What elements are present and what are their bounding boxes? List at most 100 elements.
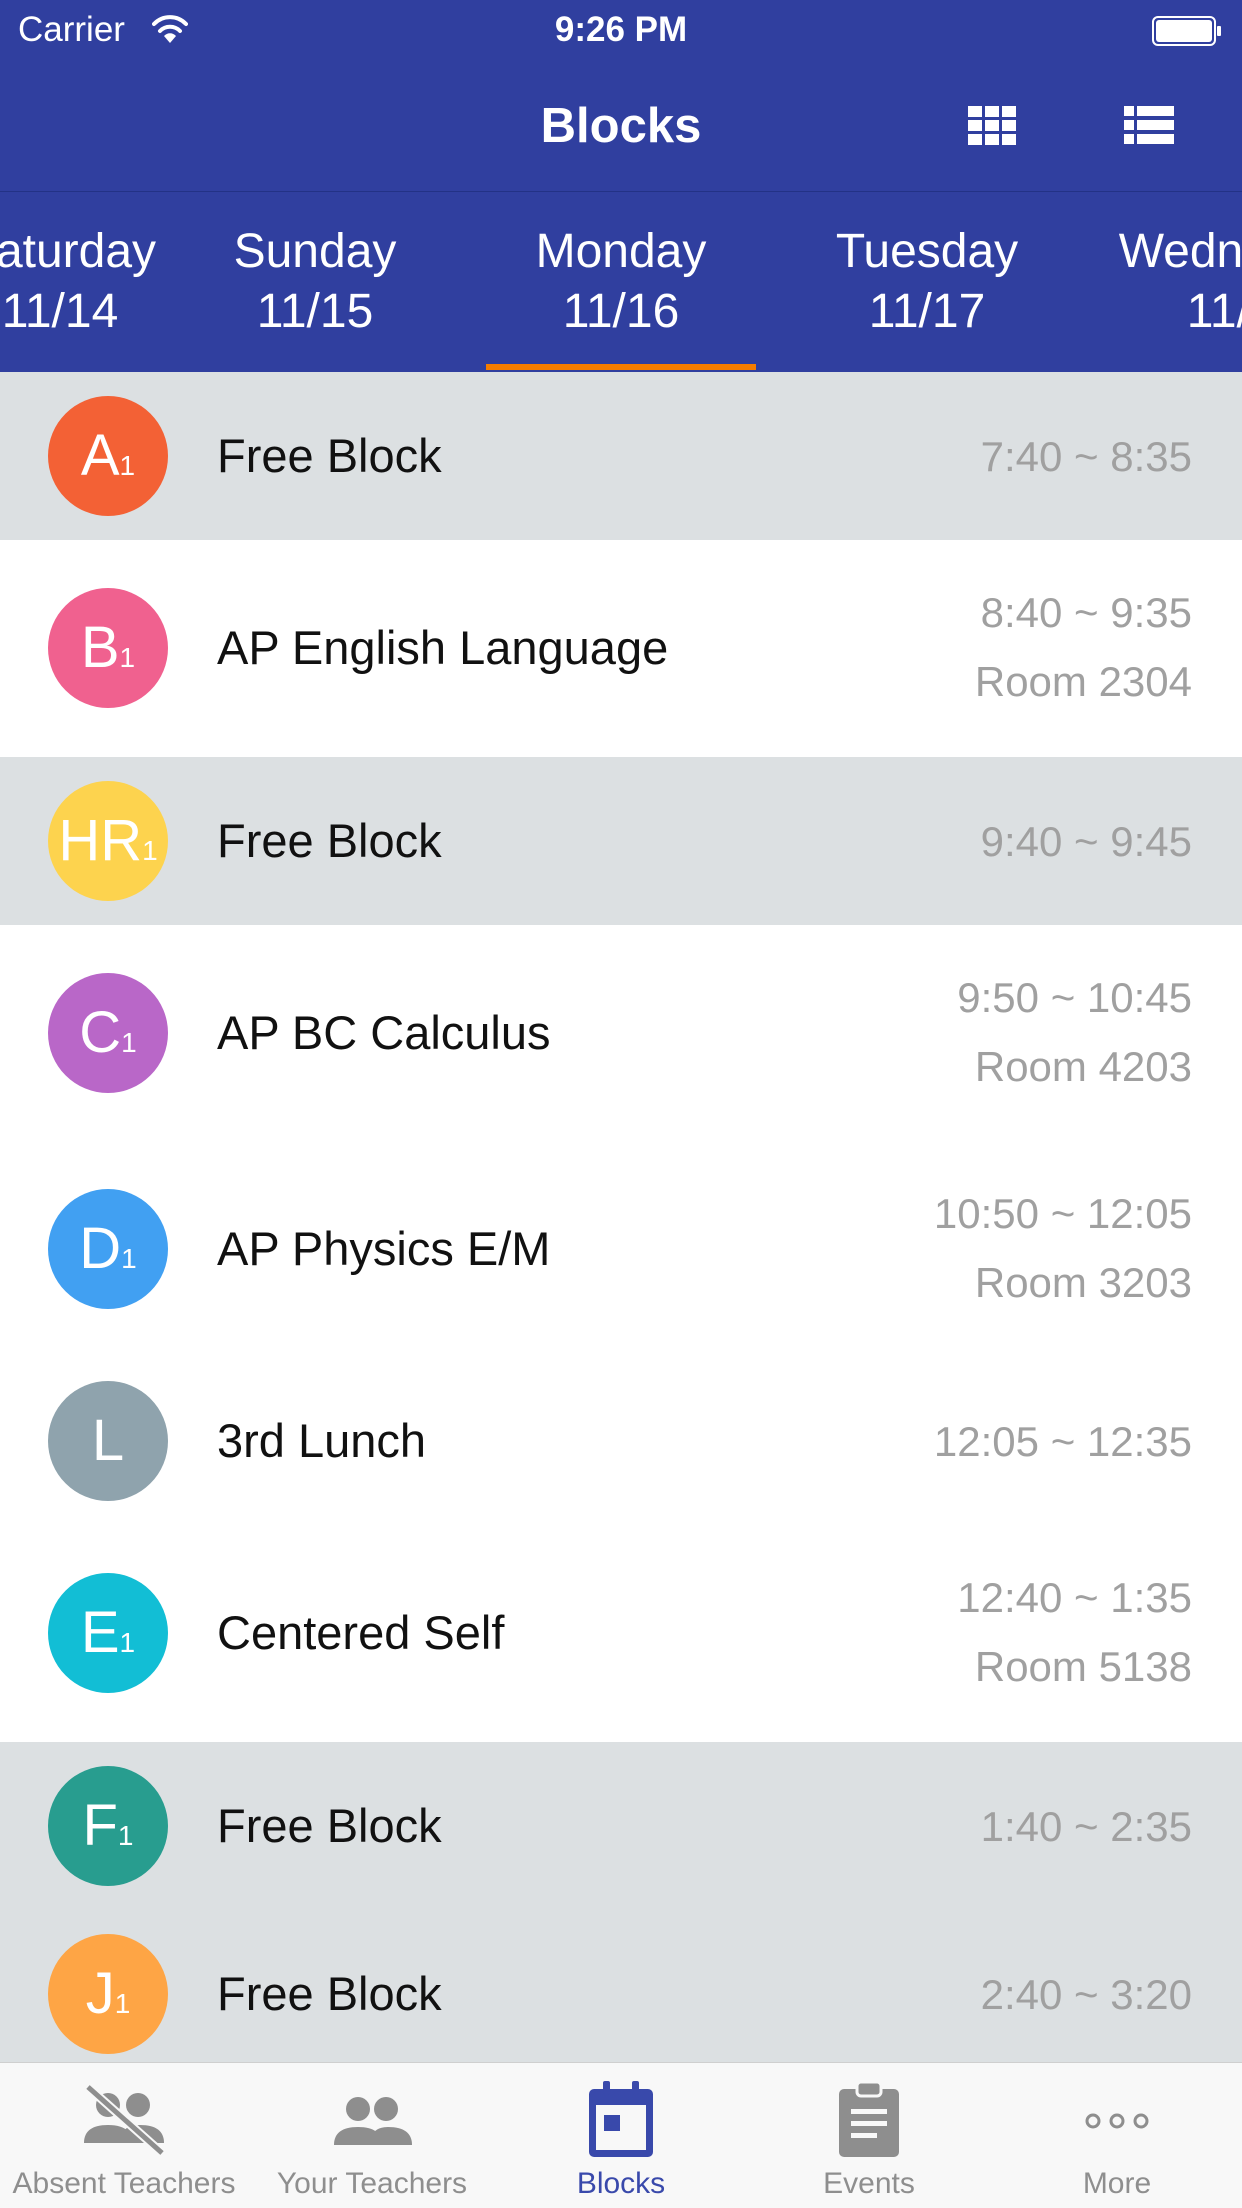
block-name: Free Block	[217, 1967, 442, 2020]
block-schedule: 9:50 ~ 10:45 Room 4203	[957, 963, 1192, 1101]
day-tab-sunday[interactable]: Sunday 11/15	[165, 222, 465, 342]
status-bar: Carrier 9:26 PM	[0, 0, 1242, 62]
block-schedule: 12:05 ~ 12:35	[934, 1407, 1192, 1476]
block-name: Centered Self	[217, 1606, 505, 1659]
block-letter: HR	[58, 808, 143, 873]
block-letter: F	[82, 1793, 118, 1858]
block-subscript: 1	[114, 1988, 131, 2019]
block-subscript: 1	[121, 1243, 137, 1274]
block-badge: A1	[48, 396, 168, 516]
day-tab-tuesday[interactable]: Tuesday 11/17	[777, 222, 1077, 342]
block-letter: L	[91, 1408, 125, 1473]
block-badge: F1	[48, 1766, 168, 1886]
block-name: Free Block	[217, 814, 442, 867]
tab-label: Events	[823, 2167, 915, 2200]
block-badge: E1	[48, 1573, 168, 1693]
block-subscript: 1	[142, 835, 158, 866]
block-time: 8:40 ~ 9:35	[980, 589, 1192, 636]
list-item[interactable]: F1 Free Block 1:40 ~ 2:35	[0, 1742, 1242, 1910]
list-item[interactable]: D1 AP Physics E/M 10:50 ~ 12:05 Room 320…	[0, 1141, 1242, 1357]
status-time: 9:26 PM	[554, 10, 688, 49]
people-icon	[334, 2097, 412, 2145]
tab-events[interactable]: Events	[745, 2063, 993, 2208]
block-letter: B	[80, 615, 120, 680]
block-time: 1:40 ~ 2:35	[980, 1803, 1192, 1850]
block-name: AP BC Calculus	[217, 1006, 551, 1059]
block-badge: L	[48, 1381, 168, 1501]
block-room: Room 5138	[974, 1643, 1192, 1690]
list-icon[interactable]	[1124, 106, 1174, 146]
block-time: 9:50 ~ 10:45	[957, 974, 1192, 1021]
block-subscript: 1	[119, 450, 136, 481]
grid-icon[interactable]	[968, 106, 1016, 146]
list-item[interactable]: B1 AP English Language 8:40 ~ 9:35 Room …	[0, 540, 1242, 757]
block-schedule: 2:40 ~ 3:20	[981, 1960, 1192, 2029]
tab-label: Absent Teachers	[12, 2167, 236, 2200]
block-letter: D	[79, 1216, 122, 1281]
tab-absent-teachers[interactable]: Absent Teachers	[0, 2063, 248, 2208]
block-letter: J	[85, 1961, 115, 2026]
block-name: 3rd Lunch	[217, 1414, 427, 1467]
day-date: 11/15	[256, 285, 374, 338]
clipboard-icon	[839, 2080, 899, 2157]
page-title: Blocks	[540, 99, 702, 153]
block-name: AP Physics E/M	[217, 1222, 551, 1275]
block-badge: B1	[48, 588, 168, 708]
tab-label: More	[1082, 2167, 1152, 2200]
block-name: Free Block	[217, 429, 442, 482]
selected-day-indicator	[486, 364, 756, 370]
block-badge: HR1	[48, 781, 168, 901]
app-header: Carrier 9:26 PM Blocks Saturday 11/14	[0, 0, 1242, 372]
blocks-list: A1 Free Block 7:40 ~ 8:35 B1 AP English …	[0, 372, 1242, 2062]
block-letter: E	[80, 1600, 120, 1665]
day-tab-wednesday[interactable]: Wednesday 11/18	[1095, 222, 1242, 342]
day-name: Tuesday	[835, 225, 1019, 278]
tab-label: Your Teachers	[276, 2167, 468, 2200]
list-item[interactable]: HR1 Free Block 9:40 ~ 9:45	[0, 757, 1242, 925]
block-time: 2:40 ~ 3:20	[980, 1971, 1192, 2018]
battery-icon	[1152, 16, 1221, 46]
block-schedule: 12:40 ~ 1:35 Room 5138	[957, 1563, 1192, 1701]
block-schedule: 9:40 ~ 9:45	[981, 807, 1192, 876]
block-badge: D1	[48, 1189, 168, 1309]
list-item[interactable]: A1 Free Block 7:40 ~ 8:35	[0, 372, 1242, 540]
absent-teachers-icon	[84, 2083, 165, 2157]
list-item[interactable]: J1 Free Block 2:40 ~ 3:20	[0, 1910, 1242, 2062]
block-badge: J1	[48, 1934, 168, 2054]
day-tab-monday[interactable]: Monday 11/16	[471, 222, 771, 342]
block-schedule: 1:40 ~ 2:35	[981, 1792, 1192, 1861]
tab-blocks[interactable]: Blocks	[497, 2063, 745, 2208]
block-letter: A	[80, 423, 120, 488]
tab-more[interactable]: More	[993, 2063, 1241, 2208]
block-time: 9:40 ~ 9:45	[980, 818, 1192, 865]
list-item[interactable]: E1 Centered Self 12:40 ~ 1:35 Room 5138	[0, 1525, 1242, 1742]
block-room: Room 3203	[974, 1259, 1192, 1306]
day-name: Saturday	[0, 225, 157, 278]
tab-your-teachers[interactable]: Your Teachers	[248, 2063, 496, 2208]
more-icon	[1085, 2113, 1149, 2129]
day-name: Sunday	[233, 225, 397, 278]
block-name: AP English Language	[217, 621, 669, 674]
day-date: 11/16	[562, 285, 680, 338]
day-date: 11/18	[1186, 285, 1242, 338]
day-name: Wednesday	[1118, 225, 1242, 278]
day-date: 11/17	[868, 285, 986, 338]
calendar-icon	[589, 2081, 653, 2157]
tab-bar: Absent Teachers Your Teachers Blocks Eve…	[0, 2062, 1242, 2208]
block-schedule: 7:40 ~ 8:35	[981, 422, 1192, 491]
block-subscript: 1	[119, 1627, 136, 1658]
block-subscript: 1	[117, 1820, 134, 1851]
block-schedule: 8:40 ~ 9:35 Room 2304	[975, 578, 1192, 716]
block-schedule: 10:50 ~ 12:05 Room 3203	[934, 1179, 1192, 1317]
block-room: Room 4203	[974, 1043, 1192, 1090]
list-item[interactable]: C1 AP BC Calculus 9:50 ~ 10:45 Room 4203	[0, 925, 1242, 1141]
block-time: 12:05 ~ 12:35	[933, 1418, 1192, 1465]
block-subscript: 1	[119, 642, 136, 673]
tab-label: Blocks	[576, 2167, 666, 2200]
list-item[interactable]: L 3rd Lunch 12:05 ~ 12:35	[0, 1357, 1242, 1525]
block-subscript: 1	[121, 1027, 137, 1058]
block-time: 10:50 ~ 12:05	[933, 1190, 1192, 1237]
block-time: 7:40 ~ 8:35	[980, 433, 1192, 480]
day-name: Monday	[535, 225, 707, 278]
block-time: 12:40 ~ 1:35	[957, 1574, 1192, 1621]
